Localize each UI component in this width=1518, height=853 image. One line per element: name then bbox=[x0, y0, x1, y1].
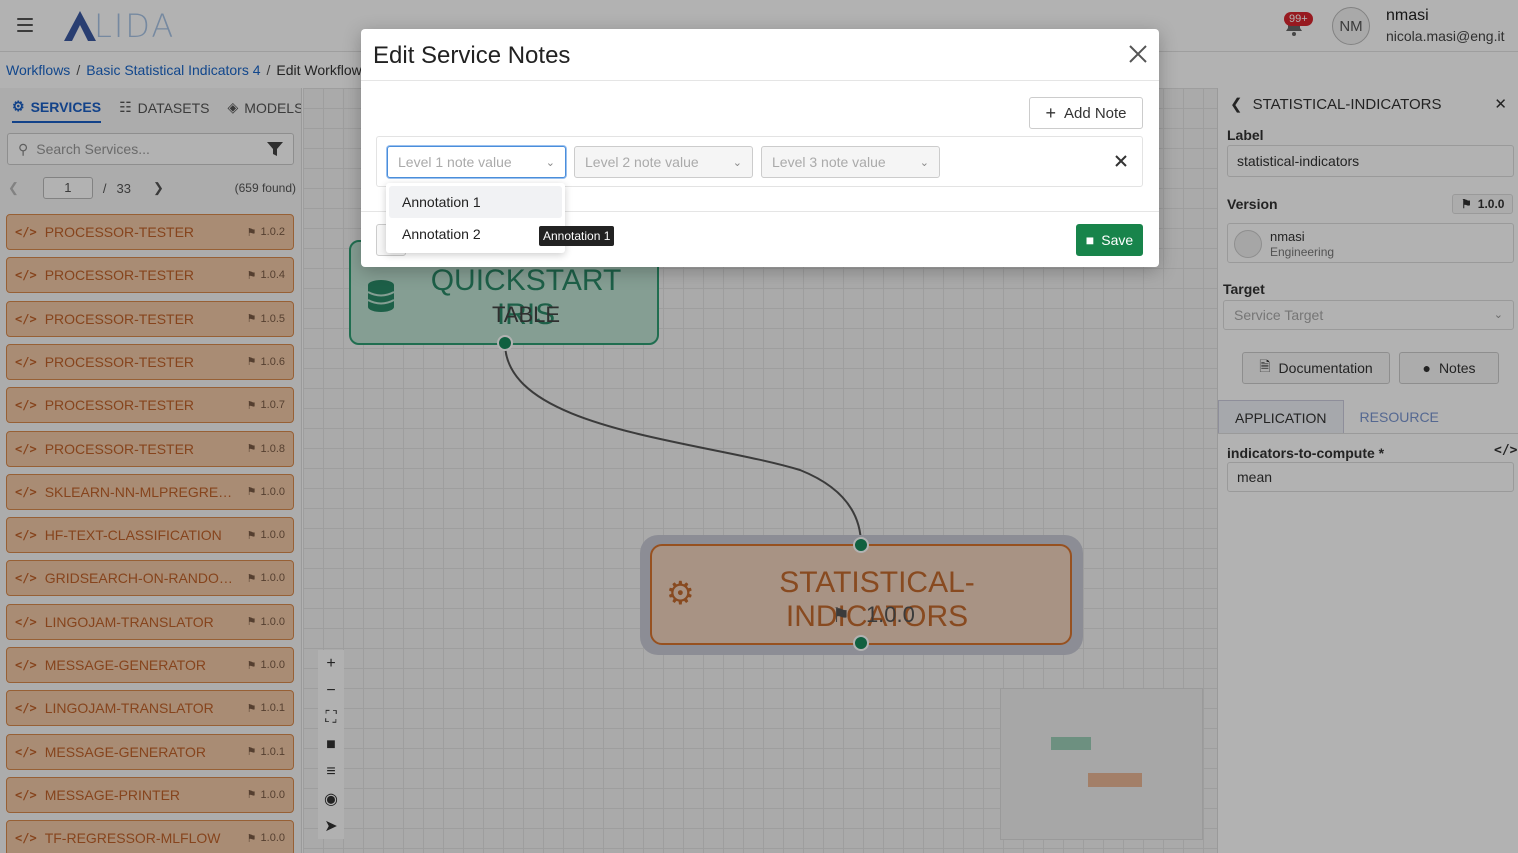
add-note-button[interactable]: + Add Note bbox=[1029, 97, 1143, 129]
close-icon[interactable] bbox=[1127, 43, 1149, 65]
chevron-down-icon: ⌄ bbox=[732, 156, 742, 169]
chevron-down-icon: ⌄ bbox=[919, 156, 929, 169]
note-row: Level 1 note value ⌄ Level 2 note value … bbox=[376, 136, 1143, 187]
level1-placeholder: Level 1 note value bbox=[398, 154, 512, 170]
level3-placeholder: Level 3 note value bbox=[772, 154, 886, 170]
level3-select[interactable]: Level 3 note value ⌄ bbox=[761, 146, 940, 178]
modal-header: Edit Service Notes bbox=[361, 29, 1159, 81]
modal-title: Edit Service Notes bbox=[373, 42, 571, 69]
plus-icon: + bbox=[1045, 102, 1056, 123]
dropdown-option[interactable]: Annotation 1 bbox=[389, 186, 562, 218]
add-note-label: Add Note bbox=[1063, 104, 1127, 122]
level2-select[interactable]: Level 2 note value ⌄ bbox=[574, 146, 753, 178]
remove-note-icon[interactable] bbox=[1113, 153, 1129, 169]
save-icon: ■ bbox=[1085, 232, 1095, 248]
dropdown-option[interactable]: Annotation 2 bbox=[389, 218, 562, 250]
chevron-down-icon: ⌄ bbox=[545, 156, 555, 169]
option-tooltip: Annotation 1 bbox=[539, 226, 615, 246]
level2-placeholder: Level 2 note value bbox=[585, 154, 699, 170]
save-button[interactable]: ■ Save bbox=[1076, 224, 1143, 256]
level1-select[interactable]: Level 1 note value ⌄ bbox=[387, 146, 566, 178]
save-label: Save bbox=[1101, 232, 1134, 248]
